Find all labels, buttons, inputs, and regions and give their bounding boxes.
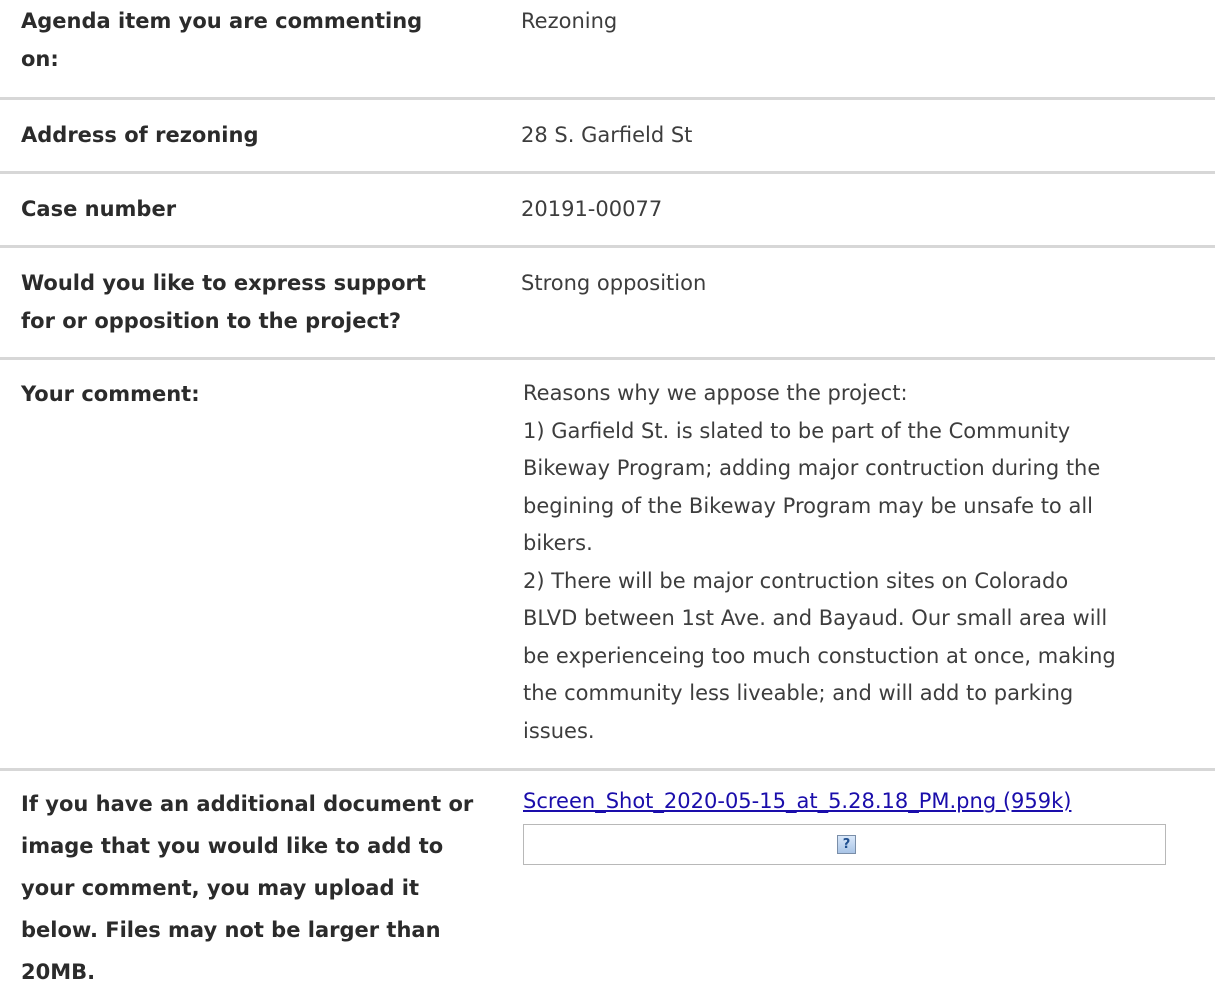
case-number-value: 20191-00077: [521, 197, 663, 221]
case-number-label: Case number: [21, 197, 177, 221]
broken-image-icon: ?: [837, 835, 856, 854]
attachment-preview: ?: [523, 824, 1166, 865]
comment-label: Your comment:: [21, 382, 200, 406]
comment-line: 1) Garfield St. is slated to be part of …: [523, 418, 1071, 443]
comment-line: bikers.: [523, 531, 593, 555]
row-divider: [0, 245, 1215, 248]
attachment-value: Screen_Shot_2020-05-15_at_5.28.18_PM.png…: [523, 782, 1183, 820]
comment-text: Reasons why we appose the project: 1) Ga…: [523, 375, 1183, 750]
row-divider: [0, 768, 1215, 771]
comment-line: the community less liveable; and will ad…: [523, 681, 1074, 705]
support-opposition-value: Strong opposition: [521, 271, 707, 295]
comment-line: Bikeway Program; adding major contructio…: [523, 456, 1101, 480]
support-opposition-label: Would you like to express support for or…: [21, 271, 426, 333]
attachment-label: If you have an additional document or im…: [21, 792, 474, 984]
row-divider: [0, 171, 1215, 174]
comment-line: issues.: [523, 718, 595, 743]
comment-line: Reasons why we appose the project:: [523, 381, 908, 405]
address-value: 28 S. Garfield St: [521, 123, 693, 147]
agenda-item-label: Agenda item you are commenting on:: [21, 9, 423, 71]
comment-line: begining of the Bikeway Program may be u…: [523, 493, 1093, 518]
row-divider: [0, 97, 1215, 100]
comment-line: BLVD between 1st Ave. and Bayaud. Our sm…: [523, 606, 1108, 630]
comment-line: be experienceing too much constuction at…: [523, 643, 1116, 668]
attachment-file-link[interactable]: Screen_Shot_2020-05-15_at_5.28.18_PM.png…: [523, 789, 1071, 813]
comment-line: 2) There will be major contruction sites…: [523, 568, 1069, 593]
agenda-item-value: Rezoning: [521, 9, 618, 33]
address-label: Address of rezoning: [21, 123, 259, 147]
row-divider: [0, 357, 1215, 360]
